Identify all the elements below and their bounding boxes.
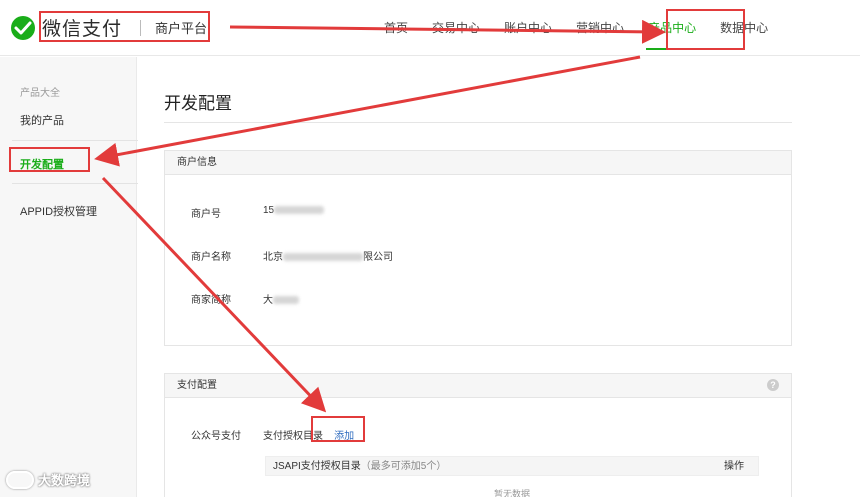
sidebar-item-my-products[interactable]: 我的产品 [20, 112, 64, 128]
annotation-box-add [311, 416, 365, 442]
watermark-badge-icon [6, 470, 34, 489]
redacted-blur [283, 253, 363, 262]
sidebar-item-appid-auth[interactable]: APPID授权管理 [20, 203, 97, 219]
annotation-box-dev-config [9, 147, 90, 172]
redacted-blur [273, 296, 299, 305]
panel-title: 支付配置 [165, 374, 791, 398]
page-title: 开发配置 [164, 94, 232, 113]
redacted-blur [274, 206, 325, 215]
nav-account-center[interactable]: 账户中心 [492, 0, 564, 56]
table-header-action: 操作 [724, 461, 744, 472]
table-header-title: JSAPI支付授权目录（最多可添加5个） [273, 457, 446, 477]
table-title: JSAPI支付授权目录 [273, 461, 361, 472]
value-text: 限公司 [363, 252, 393, 263]
help-icon[interactable]: ? [767, 379, 779, 391]
nav-trade-center[interactable]: 交易中心 [420, 0, 492, 56]
watermark: 大数跨境 [6, 470, 90, 489]
sidebar-divider [12, 183, 138, 184]
sidebar-divider [12, 140, 138, 141]
merchant-short-name-value: 大 [263, 291, 299, 306]
sidebar-group-label: 产品大全 [20, 88, 60, 99]
merchant-short-name-label: 商家简称 [191, 295, 231, 306]
merchant-id-value: 15 [263, 205, 325, 216]
merchant-id-label: 商户号 [191, 209, 221, 220]
value-text: 大 [263, 295, 273, 306]
pay-config-panel: 支付配置 ? 公众号支付 支付授权目录 添加 JSAPI支付授权目录（最多可添加… [164, 373, 792, 497]
nav-home[interactable]: 首页 [372, 0, 420, 56]
nav-marketing-center[interactable]: 营销中心 [564, 0, 636, 56]
title-divider [164, 122, 792, 123]
annotation-box-brand [39, 11, 210, 42]
value-text: 北京 [263, 252, 283, 263]
merchant-name-value: 北京 限公司 [263, 248, 393, 263]
table-note: （最多可添加5个） [360, 461, 447, 472]
merchant-info-panel: 商户信息 商户号 15 商户名称 北京 限公司 商家简称 大 [164, 150, 792, 346]
sidebar: 产品大全 我的产品 开发配置 APPID授权管理 [0, 57, 138, 497]
jsapi-dir-table-header: JSAPI支付授权目录（最多可添加5个） 操作 [265, 456, 759, 476]
watermark-text: 大数跨境 [38, 473, 91, 488]
panel-title: 商户信息 [165, 151, 791, 175]
annotation-box-product-center [666, 9, 745, 50]
wechat-pay-logo-icon [11, 15, 35, 40]
empty-state: 暂无数据 [493, 489, 530, 497]
merchant-name-label: 商户名称 [191, 252, 231, 263]
jsapi-pay-label: 公众号支付 [191, 431, 241, 442]
value-text: 15 [263, 205, 275, 216]
